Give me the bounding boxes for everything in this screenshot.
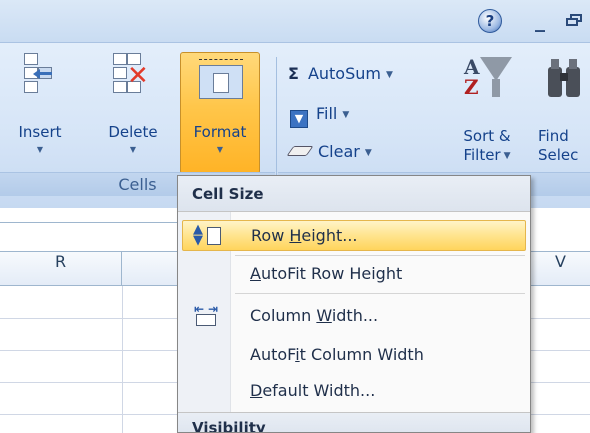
grid-line bbox=[531, 414, 590, 415]
format-label: Format bbox=[193, 123, 247, 141]
sigma-icon: Σ bbox=[288, 64, 299, 83]
grid-line bbox=[531, 350, 590, 351]
chevron-down-icon: ▼ bbox=[364, 148, 372, 158]
menu-item-row-height[interactable]: ▲ ▼ Row Height... bbox=[182, 220, 526, 251]
find-select-label: Find Selec bbox=[538, 127, 590, 165]
help-icon[interactable]: ? bbox=[478, 9, 502, 33]
restore-button[interactable] bbox=[566, 14, 584, 28]
column-header-r[interactable]: R bbox=[0, 252, 122, 286]
delete-button[interactable]: ✕ Delete ▼ bbox=[91, 53, 175, 175]
clear-label: Clear bbox=[318, 142, 360, 161]
delete-cells-icon: ✕ bbox=[113, 53, 153, 97]
chevron-down-icon: ▼ bbox=[129, 145, 137, 154]
grid-line bbox=[531, 382, 590, 383]
chevron-down-icon: ▼ bbox=[342, 110, 350, 120]
grid-line bbox=[0, 318, 183, 319]
find-label-line1: Find bbox=[538, 127, 569, 145]
fill-down-icon: ▼ bbox=[290, 110, 308, 128]
binoculars-icon bbox=[548, 59, 588, 99]
sort-filter-icon: A Z bbox=[464, 55, 512, 103]
format-cells-icon bbox=[199, 59, 243, 103]
title-bar: ? _ bbox=[0, 0, 590, 43]
chevron-down-icon: ▼ bbox=[216, 145, 224, 154]
fill-label: Fill bbox=[316, 104, 338, 123]
insert-cells-icon bbox=[24, 53, 58, 97]
row-height-icon: ▲ ▼ bbox=[193, 223, 223, 247]
menu-section-visibility: Visibility bbox=[178, 412, 530, 432]
sort-label-line1: Sort & bbox=[463, 127, 511, 145]
format-dropdown-menu: Cell Size ▲ ▼ Row Height... AutoFit Row … bbox=[177, 175, 531, 433]
chevron-down-icon: ▼ bbox=[36, 145, 44, 154]
grid-line bbox=[0, 350, 183, 351]
column-header-v[interactable]: V bbox=[531, 252, 590, 286]
menu-item-default-width[interactable]: Default Width... bbox=[182, 375, 526, 406]
autosum-button[interactable]: Σ AutoSum ▼ bbox=[288, 64, 393, 83]
menu-separator bbox=[235, 255, 525, 256]
sort-filter-button[interactable]: A Z Sort & Filter ▼ bbox=[452, 53, 522, 175]
insert-label: Insert bbox=[18, 123, 62, 141]
formula-divider bbox=[0, 222, 183, 223]
grid-line bbox=[122, 286, 123, 433]
delete-label: Delete bbox=[108, 123, 158, 141]
chevron-down-icon: ▼ bbox=[385, 70, 393, 80]
sort-filter-label: Sort & Filter ▼ bbox=[452, 127, 522, 166]
eraser-icon bbox=[286, 146, 314, 156]
grid-line bbox=[531, 318, 590, 319]
grid-line bbox=[0, 382, 183, 383]
grid-line bbox=[0, 414, 183, 415]
menu-item-autofit-column-width[interactable]: AutoFit Column Width bbox=[182, 339, 526, 370]
autosum-label: AutoSum bbox=[307, 64, 381, 83]
sort-label-line2: Filter ▼ bbox=[463, 146, 511, 164]
find-label-line2: Selec bbox=[538, 146, 579, 164]
format-button[interactable]: Format ▼ bbox=[180, 52, 260, 174]
find-select-button[interactable]: Find Selec bbox=[532, 53, 590, 175]
insert-button[interactable]: Insert ▼ bbox=[10, 53, 70, 175]
minimize-button[interactable]: _ bbox=[535, 8, 545, 32]
column-width-icon: ⇤⇥ bbox=[194, 302, 220, 328]
menu-item-column-width[interactable]: ⇤⇥ Column Width... bbox=[182, 300, 526, 331]
menu-section-cell-size: Cell Size bbox=[178, 176, 530, 212]
column-header-s[interactable] bbox=[122, 252, 182, 286]
menu-item-autofit-row-height[interactable]: AutoFit Row Height bbox=[182, 258, 526, 289]
fill-button[interactable]: ▼ Fill ▼ bbox=[290, 104, 349, 128]
menu-separator bbox=[235, 293, 525, 294]
clear-button[interactable]: Clear ▼ bbox=[286, 142, 372, 161]
